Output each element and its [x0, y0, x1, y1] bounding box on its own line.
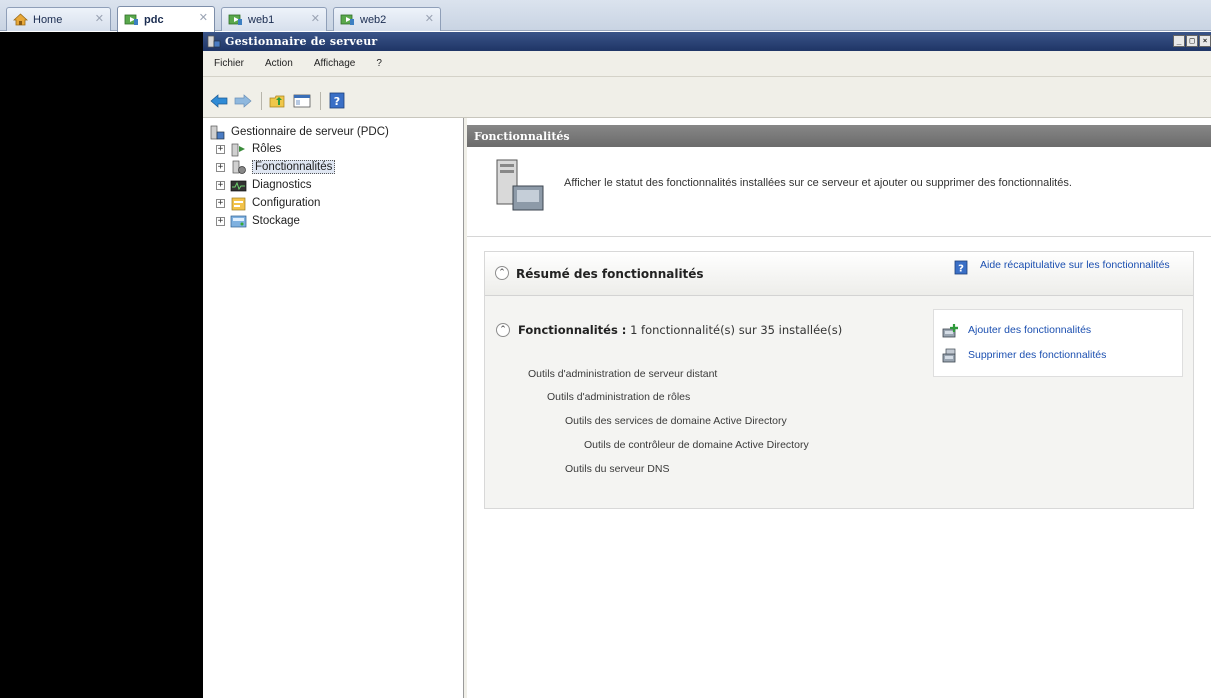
close-button[interactable]: × [1199, 35, 1211, 47]
menu-action[interactable]: Action [262, 56, 296, 71]
forward-arrow-icon [234, 93, 252, 108]
maximize-button[interactable]: □ [1186, 35, 1198, 47]
help-icon: ? [954, 260, 968, 275]
collapse-icon[interactable]: ⌃ [496, 323, 510, 337]
remove-features-icon [942, 348, 956, 362]
storage-icon [230, 215, 247, 227]
menu-help[interactable]: ? [373, 56, 385, 71]
diagnostics-icon [230, 180, 247, 191]
feature-tree-item: Outils d'administration de rôles [547, 391, 691, 403]
vm-tab-pdc[interactable]: pdc ✕ [117, 6, 215, 32]
back-button[interactable] [208, 90, 230, 112]
vm-tab-label: pdc [144, 13, 164, 26]
help-link-label: Aide récapitulative sur les fonctionnali… [980, 259, 1170, 271]
svg-text:?: ? [958, 264, 964, 275]
vm-tab-label: web2 [360, 13, 387, 26]
window-title: Gestionnaire de serveur [225, 35, 378, 48]
add-features-link[interactable]: Ajouter des fonctionnalités [942, 321, 1091, 339]
tree-root[interactable]: Gestionnaire de serveur (PDC) [209, 124, 389, 140]
expand-icon[interactable]: + [216, 162, 225, 172]
summary-title: Résumé des fonctionnalités [516, 267, 704, 281]
summary-header: ⌃ Résumé des fonctionnalités ? Aide réca… [485, 252, 1193, 296]
features-icon [232, 160, 246, 174]
forward-button[interactable] [232, 90, 254, 112]
remove-features-link[interactable]: Supprimer des fonctionnalités [942, 346, 1106, 364]
features-count: 1 fonctionnalité(s) sur 35 installée(s) [630, 323, 843, 337]
help-icon: ? [329, 92, 345, 109]
content-pane: Fonctionnalités Afficher le statut des f… [467, 118, 1211, 698]
expand-icon[interactable]: + [216, 144, 225, 154]
server-manager-icon [210, 125, 225, 139]
expand-icon[interactable]: + [216, 180, 225, 190]
vm-console-background [0, 32, 203, 698]
window-controls: _ □ × [1172, 35, 1211, 47]
summary-help-link[interactable]: ? Aide récapitulative sur les fonctionna… [954, 252, 1184, 294]
navigation-tree: Gestionnaire de serveur (PDC) + Rôles + … [203, 118, 464, 698]
help-button[interactable]: ? [326, 90, 348, 112]
collapse-icon[interactable]: ⌃ [495, 266, 509, 280]
tree-item-roles[interactable]: + Rôles [216, 141, 281, 157]
tree-item-diagnostics[interactable]: + Diagnostics [216, 177, 311, 193]
tree-item-label: Diagnostics [252, 179, 312, 191]
server-features-icon [496, 159, 544, 211]
add-features-icon [942, 323, 958, 337]
feature-tree-item: Outils de contrôleur de domaine Active D… [584, 439, 809, 451]
menu-bar: Fichier Action Affichage ? [203, 51, 1211, 77]
up-level-button[interactable] [267, 90, 289, 112]
feature-tree-item: Outils d'administration de serveur dista… [528, 368, 718, 380]
features-count-line: Fonctionnalités : 1 fonctionnalité(s) su… [518, 323, 842, 337]
back-arrow-icon [210, 93, 228, 108]
description-panel: Afficher le statut des fonctionnalités i… [467, 147, 1211, 237]
tree-item-label: Configuration [252, 197, 321, 209]
close-icon[interactable]: ✕ [199, 11, 208, 24]
tree-item-label: Fonctionnalités [252, 160, 336, 174]
server-manager-icon [207, 35, 221, 48]
svg-text:?: ? [334, 95, 340, 108]
vm-tab-web2[interactable]: web2 ✕ [333, 7, 441, 31]
features-label: Fonctionnalités : [518, 323, 627, 337]
vm-tab-label: Home [33, 13, 63, 26]
expand-icon[interactable]: + [216, 216, 225, 226]
tree-item-label: Stockage [252, 215, 300, 227]
roles-icon [231, 143, 245, 156]
tree-root-label: Gestionnaire de serveur (PDC) [231, 126, 389, 138]
configuration-icon [231, 197, 246, 210]
vm-tab-home[interactable]: Home ✕ [6, 7, 111, 31]
description-text: Afficher le statut des fonctionnalités i… [564, 177, 1072, 189]
tree-item-storage[interactable]: + Stockage [216, 213, 300, 229]
show-console-button[interactable] [291, 90, 313, 112]
feature-tree-item: Outils des services de domaine Active Di… [565, 415, 787, 427]
toolbar-separator [320, 91, 321, 110]
vm-running-icon [340, 14, 354, 25]
tree-item-label: Rôles [252, 143, 282, 155]
features-summary-panel: ⌃ Résumé des fonctionnalités ? Aide réca… [484, 251, 1194, 509]
tree-item-features[interactable]: + Fonctionnalités [216, 159, 336, 175]
vm-running-icon [124, 14, 138, 25]
expand-icon[interactable]: + [216, 198, 225, 208]
tree-item-configuration[interactable]: + Configuration [216, 195, 320, 211]
toolbar: ? [203, 84, 1211, 118]
vm-tab-strip: Home ✕ pdc ✕ web1 ✕ web2 ✕ [0, 0, 1211, 32]
home-icon [13, 13, 28, 26]
feature-tree-item: Outils du serveur DNS [565, 463, 670, 475]
folder-up-icon [269, 95, 285, 107]
features-actions-panel: Ajouter des fonctionnalités Supprimer de… [933, 309, 1183, 377]
vm-tab-web1[interactable]: web1 ✕ [221, 7, 327, 31]
console-icon [293, 94, 311, 107]
menu-affichage[interactable]: Affichage [311, 56, 359, 71]
add-features-label: Ajouter des fonctionnalités [968, 324, 1092, 336]
vm-tab-label: web1 [248, 13, 275, 26]
minimize-button[interactable]: _ [1173, 35, 1185, 47]
remove-features-label: Supprimer des fonctionnalités [968, 349, 1107, 361]
close-icon[interactable]: ✕ [95, 12, 104, 25]
pane-header: Fonctionnalités [467, 125, 1211, 147]
menu-fichier[interactable]: Fichier [211, 56, 247, 71]
vm-running-icon [228, 14, 242, 25]
close-icon[interactable]: ✕ [425, 12, 434, 25]
server-manager-window: Gestionnaire de serveur _ □ × Fichier Ac… [203, 32, 1211, 698]
title-bar[interactable]: Gestionnaire de serveur _ □ × [203, 32, 1211, 51]
toolbar-separator [261, 91, 262, 110]
close-icon[interactable]: ✕ [311, 12, 320, 25]
